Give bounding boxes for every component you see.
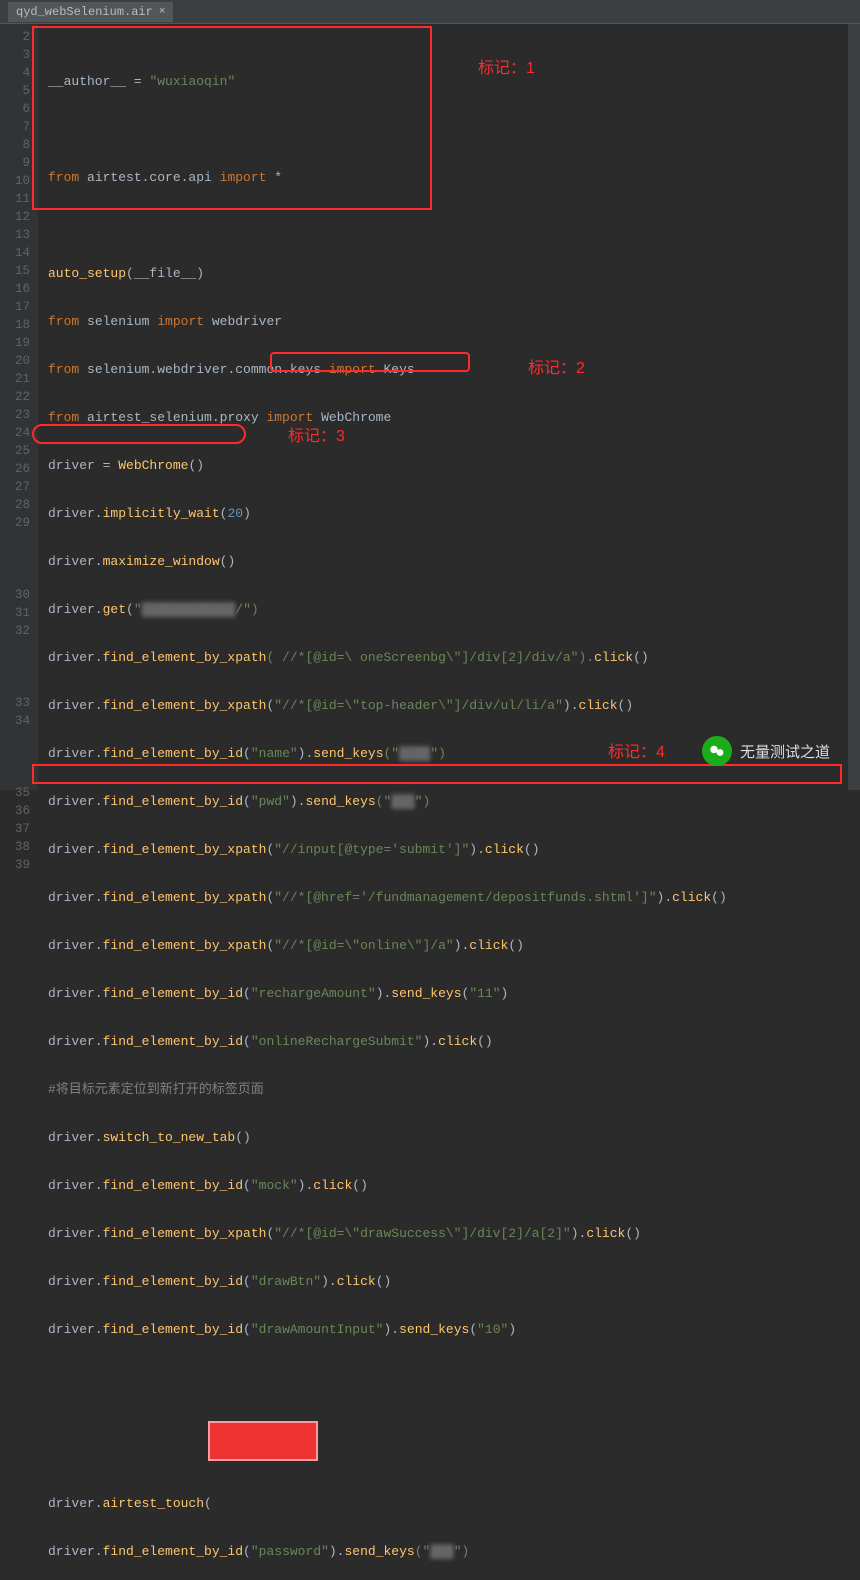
annotation-label-1: 标记：1	[478, 54, 535, 78]
close-icon[interactable]: ×	[159, 6, 166, 18]
annotation-label-3: 标记：3	[288, 422, 345, 446]
tab-bar: qyd_webSelenium.air ×	[0, 0, 860, 24]
scrollbar[interactable]	[848, 24, 860, 790]
watermark: 无量测试之道	[702, 736, 830, 766]
file-tab[interactable]: qyd_webSelenium.air ×	[8, 2, 173, 22]
wechat-icon	[702, 736, 732, 766]
gutter: 2345678910111213141516171819202122232425…	[0, 24, 38, 790]
annotation-box-3	[32, 424, 246, 444]
annotation-label-2: 标记：2	[528, 354, 585, 378]
tab-name: qyd_webSelenium.air	[16, 5, 153, 19]
editor: 2345678910111213141516171819202122232425…	[0, 24, 860, 790]
annotation-box-4	[32, 764, 842, 784]
code-area[interactable]: __author__ = "wuxiaoqin" from airtest.co…	[38, 24, 860, 790]
airtest-image-1	[208, 1421, 318, 1461]
annotation-label-4: 标记：4	[608, 738, 665, 762]
watermark-text: 无量测试之道	[740, 741, 830, 762]
